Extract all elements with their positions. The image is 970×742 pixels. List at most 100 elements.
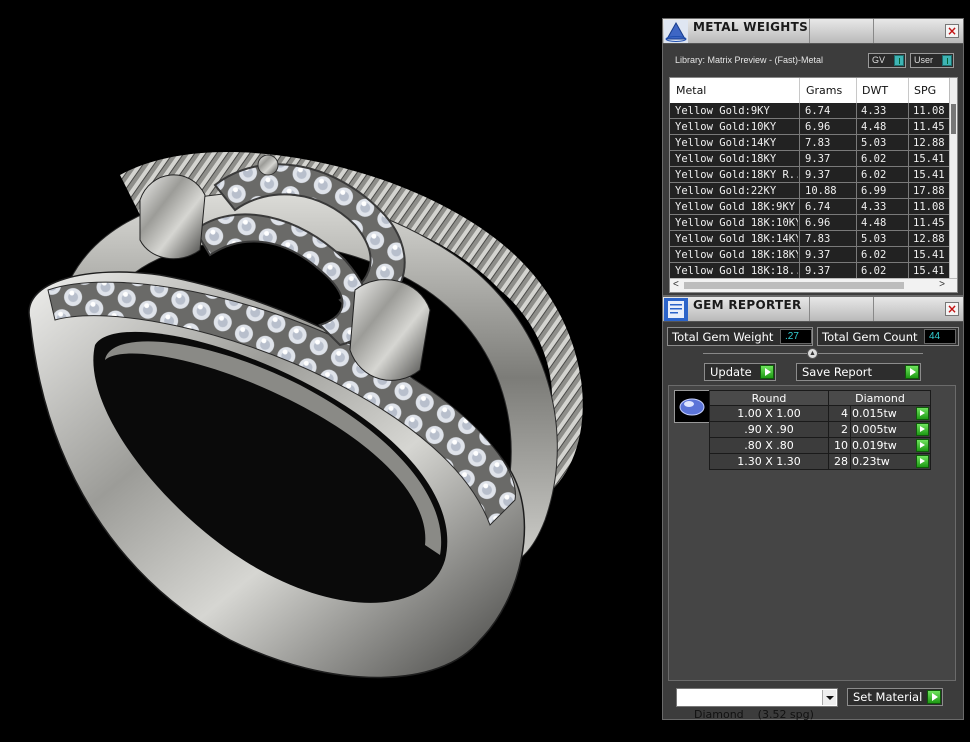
col-metal[interactable]: Metal xyxy=(676,84,706,97)
material-select[interactable]: Diamond (3.52 spg) xyxy=(676,688,838,721)
update-button[interactable]: Update xyxy=(704,363,776,381)
horizontal-scrollbar[interactable]: < > xyxy=(670,278,957,292)
clasp-left xyxy=(139,174,206,260)
dwt-cell: 6.02 xyxy=(861,169,887,181)
table-row[interactable]: Yellow Gold:9KY 6.74 4.33 11.08 xyxy=(670,103,951,119)
spg-cell: 11.08 xyxy=(913,105,945,117)
metal-name-cell: Yellow Gold 18K:14KY xyxy=(675,233,798,245)
play-icon[interactable] xyxy=(916,423,929,436)
scroll-right-icon[interactable]: > xyxy=(939,279,945,290)
scroll-left-icon[interactable]: < xyxy=(673,279,679,290)
spg-cell: 15.41 xyxy=(913,265,945,277)
table-row[interactable]: Yellow Gold:14KY 7.83 5.03 12.88 xyxy=(670,135,951,151)
spg-cell: 12.88 xyxy=(913,137,945,149)
dwt-cell: 6.02 xyxy=(861,153,887,165)
save-report-button[interactable]: Save Report xyxy=(796,363,921,381)
grams-cell: 9.37 xyxy=(805,153,831,165)
metal-name-cell: Yellow Gold:9KY xyxy=(675,105,770,117)
col-spg[interactable]: SPG xyxy=(914,84,936,97)
play-icon xyxy=(927,690,941,704)
toggle-switch-icon xyxy=(894,55,904,66)
spg-cell: 11.45 xyxy=(913,217,945,229)
dwt-cell: 4.48 xyxy=(861,217,887,229)
play-icon xyxy=(760,365,774,379)
metal-weights-panel: METAL WEIGHTS × Library: Matrix Preview … xyxy=(662,18,964,296)
col-grams[interactable]: Grams xyxy=(806,84,842,97)
play-icon[interactable] xyxy=(916,407,929,420)
gem-reporter-titlebar[interactable]: GEM REPORTER × xyxy=(663,297,963,322)
grams-cell: 6.74 xyxy=(805,105,831,117)
gem-size-cell: 1.00 X 1.00 xyxy=(737,407,801,420)
table-row[interactable]: Yellow Gold:18KY 9.37 6.02 15.41 xyxy=(670,151,951,167)
gem-row[interactable]: 1.00 X 1.00 4 0.015tw xyxy=(709,406,931,422)
gem-size-cell: 1.30 X 1.30 xyxy=(737,455,801,468)
round-gem-thumbnail[interactable] xyxy=(674,390,710,423)
col-dwt[interactable]: DWT xyxy=(862,84,888,97)
table-row[interactable]: Yellow Gold 18K:14KY 7.83 5.03 12.88 xyxy=(670,231,951,247)
total-gem-count-value: 44 xyxy=(924,329,956,344)
spg-cell: 15.41 xyxy=(913,169,945,181)
dwt-cell: 6.99 xyxy=(861,185,887,197)
close-icon[interactable]: × xyxy=(945,24,959,38)
scroll-thumb[interactable] xyxy=(951,104,956,134)
scroll-thumb[interactable] xyxy=(684,282,904,289)
set-material-button[interactable]: Set Material xyxy=(847,688,943,706)
gem-weight-cell: 0.019tw xyxy=(852,439,897,452)
table-row[interactable]: Yellow Gold:22KY 10.88 6.99 17.88 xyxy=(670,183,951,199)
spg-cell: 17.88 xyxy=(913,185,945,197)
play-icon xyxy=(905,365,919,379)
gv-toggle-label: GV xyxy=(872,55,886,65)
render-viewport[interactable] xyxy=(0,0,662,742)
dwt-cell: 6.02 xyxy=(861,249,887,261)
panel-splitter[interactable]: ▲ xyxy=(703,348,923,359)
gem-count-cell: 10 xyxy=(834,439,848,452)
pyramid-icon xyxy=(664,20,688,43)
user-toggle-label: User xyxy=(914,55,934,65)
vertical-scrollbar[interactable] xyxy=(949,78,957,278)
metal-name-cell: Yellow Gold:14KY xyxy=(675,137,777,149)
header-material: Diamond xyxy=(855,392,905,405)
user-toggle[interactable]: User xyxy=(910,53,954,68)
gem-reporter-panel: GEM REPORTER × Total Gem Weight .27 Tota… xyxy=(662,296,964,721)
table-row[interactable]: Yellow Gold 18K:9KY 6.74 4.33 11.08 xyxy=(670,199,951,215)
metal-rows: Yellow Gold:9KY 6.74 4.33 11.08 Yellow Gold:… xyxy=(670,103,951,279)
total-gem-weight-value: .27 xyxy=(780,329,812,344)
total-gem-count-label: Total Gem Count xyxy=(822,330,918,344)
save-report-button-label: Save Report xyxy=(802,365,873,379)
material-select-value: Diamond (3.52 spg) xyxy=(694,708,814,721)
dwt-cell: 4.33 xyxy=(861,201,887,213)
chevron-down-icon[interactable] xyxy=(822,690,836,705)
play-icon[interactable] xyxy=(916,439,929,452)
metal-name-cell: Yellow Gold:18KY xyxy=(675,153,777,165)
table-row[interactable]: Yellow Gold 18K:10KY 6.96 4.48 11.45 xyxy=(670,215,951,231)
metal-weights-title: METAL WEIGHTS xyxy=(693,20,809,34)
splitter-handle-icon[interactable]: ▲ xyxy=(807,348,818,359)
gem-count-cell: 4 xyxy=(841,407,848,420)
toggle-switch-icon xyxy=(942,55,952,66)
grams-cell: 10.88 xyxy=(805,185,837,197)
metal-weights-titlebar[interactable]: METAL WEIGHTS × xyxy=(663,19,963,44)
gem-list-area: Round Diamond 1.00 X 1.00 4 0.015tw .90 X .… xyxy=(668,385,956,681)
metal-table-header: Metal Grams DWT SPG xyxy=(670,78,951,103)
metal-name-cell: Yellow Gold:18KY R... xyxy=(675,169,798,181)
table-row[interactable]: Yellow Gold 18K:18... 9.37 6.02 15.41 xyxy=(670,263,951,279)
dwt-cell: 5.03 xyxy=(861,137,887,149)
spg-cell: 12.88 xyxy=(913,233,945,245)
spg-cell: 11.45 xyxy=(913,121,945,133)
bead xyxy=(257,154,279,176)
table-row[interactable]: Yellow Gold:18KY R... 9.37 6.02 15.41 xyxy=(670,167,951,183)
table-row[interactable]: Yellow Gold:10KY 6.96 4.48 11.45 xyxy=(670,119,951,135)
gem-row[interactable]: 1.30 X 1.30 28 0.23tw xyxy=(709,454,931,470)
close-icon[interactable]: × xyxy=(945,302,959,316)
gv-toggle[interactable]: GV xyxy=(868,53,906,68)
clasp-right xyxy=(349,279,431,381)
gem-row[interactable]: .90 X .90 2 0.005tw xyxy=(709,422,931,438)
play-icon[interactable] xyxy=(916,455,929,468)
gem-row[interactable]: .80 X .80 10 0.019tw xyxy=(709,438,931,454)
gem-reporter-title: GEM REPORTER xyxy=(693,298,802,312)
gem-table: Round Diamond 1.00 X 1.00 4 0.015tw .90 X .… xyxy=(709,390,931,470)
table-row[interactable]: Yellow Gold 18K:18KY 9.37 6.02 15.41 xyxy=(670,247,951,263)
grams-cell: 7.83 xyxy=(805,137,831,149)
set-material-button-label: Set Material xyxy=(853,690,923,704)
gem-count-cell: 2 xyxy=(841,423,848,436)
